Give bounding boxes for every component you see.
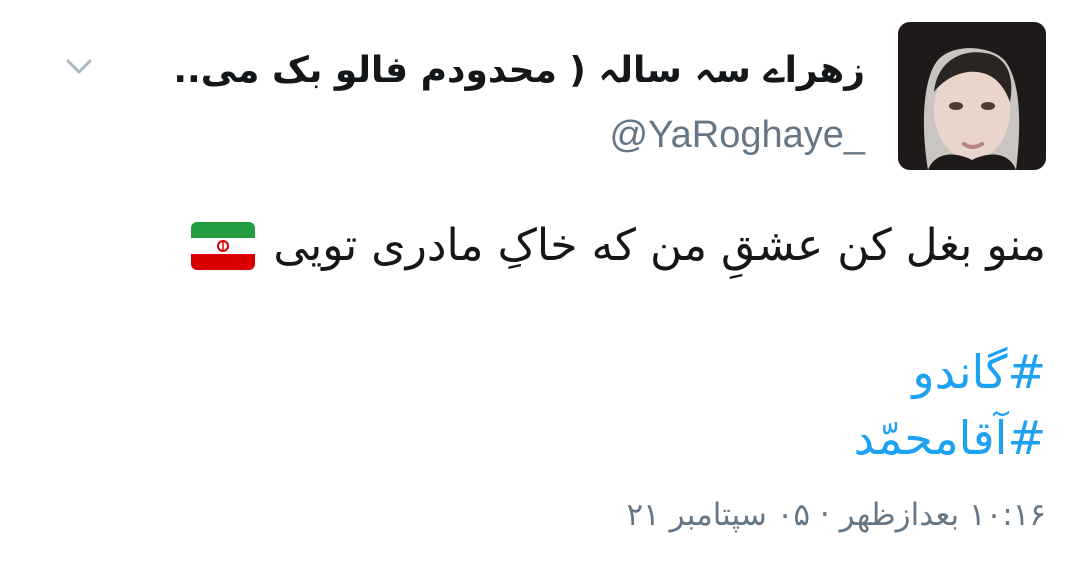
tweet-body: منو بغل کن عشقِ من که خاکِ مادری تویی (46, 206, 1046, 286)
hashtag-link[interactable]: #آقامحمّد (446, 406, 1046, 470)
avatar[interactable] (898, 22, 1046, 170)
chevron-down-icon[interactable] (62, 50, 96, 84)
tweet-timestamp[interactable]: ۱۰:۱۶ بعدازظهر · ۰۵ سپتامبر ۲۱ (346, 492, 1047, 538)
hashtag-link[interactable]: #گاندو (446, 340, 1046, 404)
display-name[interactable]: زهراے سہ سالہ ( محدودم فالو بک می.. (125, 44, 865, 98)
tweet-text: منو بغل کن عشقِ من که خاکِ مادری تویی (273, 220, 1046, 271)
user-handle[interactable]: @YaRoghaye_ (365, 110, 865, 160)
iran-flag-icon (191, 222, 256, 270)
